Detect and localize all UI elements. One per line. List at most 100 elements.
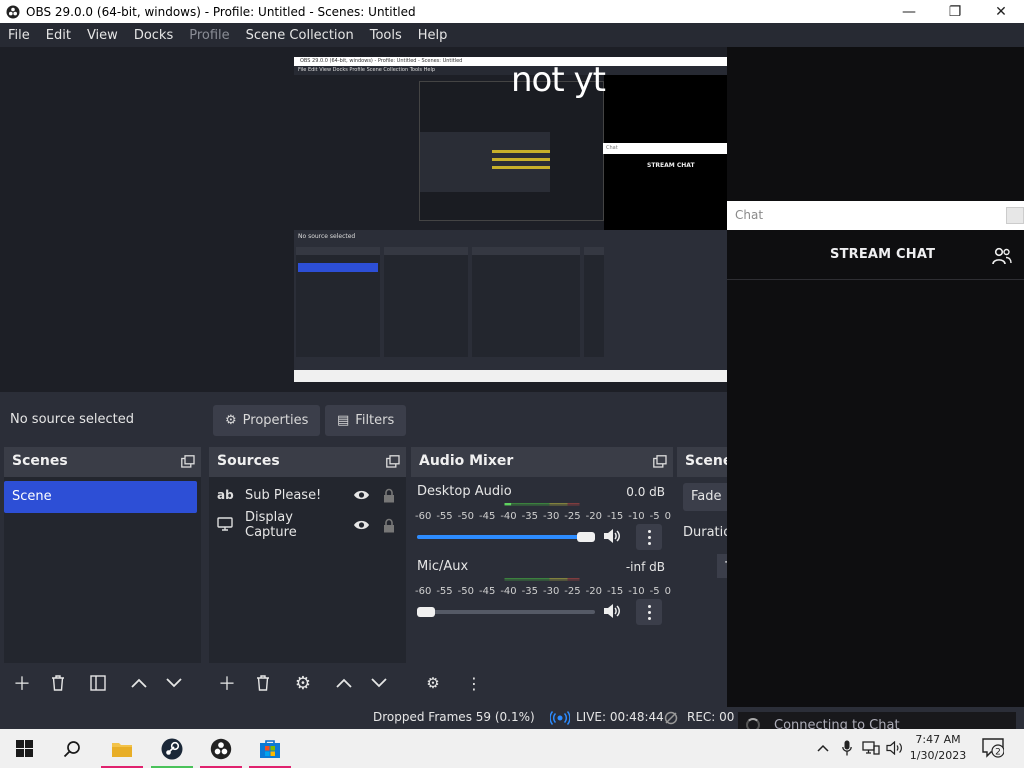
scene-filters-button[interactable] — [83, 668, 113, 698]
taskbar-obs[interactable] — [197, 729, 245, 768]
speaker-icon[interactable] — [603, 528, 621, 544]
advanced-audio-button[interactable]: ⚙ — [418, 668, 448, 698]
source-item-sub-please[interactable]: ab Sub Please! — [217, 481, 403, 509]
float-dock-icon[interactable] — [653, 455, 667, 468]
menu-edit[interactable]: Edit — [38, 28, 79, 43]
mic-aux-scale: -60 -55 -50 -45 -40 -35 -30 -25 -20 -15 … — [415, 586, 671, 597]
desktop-audio-menu-button[interactable] — [636, 524, 662, 550]
menu-docks[interactable]: Docks — [126, 28, 181, 43]
chat-url-bar[interactable]: Chat — [727, 201, 1024, 230]
nested-taskbar — [294, 370, 727, 382]
chevron-down-icon — [371, 678, 387, 688]
lock-toggle[interactable] — [375, 488, 403, 503]
menu-profile[interactable]: Profile — [181, 28, 237, 43]
desktop-audio-db: 0.0 dB — [626, 485, 665, 499]
chat-bar-button[interactable] — [1006, 207, 1024, 224]
menu-tools[interactable]: Tools — [362, 28, 410, 43]
tick: -50 — [457, 511, 474, 522]
mic-aux-volume-slider[interactable] — [417, 607, 595, 617]
menu-scene-collection[interactable]: Scene Collection — [238, 28, 362, 43]
scenes-footer: ＋ — [4, 668, 201, 700]
tick: -5 — [649, 586, 660, 597]
mic-aux-menu-button[interactable] — [636, 599, 662, 625]
lock-toggle[interactable] — [375, 518, 403, 533]
taskbar-file-explorer[interactable] — [98, 729, 146, 768]
move-source-down-button[interactable] — [364, 668, 394, 698]
chat-dock — [727, 47, 1024, 707]
add-scene-button[interactable]: ＋ — [7, 668, 37, 698]
obs-window: OBS 29.0.0 (64-bit, windows) - Profile: … — [0, 0, 1024, 768]
monitor-icon — [217, 516, 239, 534]
desktop-audio-volume-slider[interactable] — [417, 532, 595, 542]
rec-timer: REC: 00 — [687, 710, 735, 724]
nested-chat-input: Chat — [603, 143, 727, 154]
sources-title: Sources — [217, 453, 280, 469]
window-title: OBS 29.0.0 (64-bit, windows) - Profile: … — [26, 4, 416, 19]
move-scene-up-button[interactable] — [124, 668, 154, 698]
source-item-display-capture[interactable]: Display Capture — [217, 510, 403, 540]
notification-center-icon[interactable]: 2 — [982, 738, 1004, 758]
text-source-icon: ab — [217, 488, 234, 502]
scene-transitions-dock: Scene Fade Duratio - — [677, 447, 727, 705]
volume-icon[interactable] — [885, 739, 903, 757]
desktop-audio-label: Desktop Audio — [417, 484, 512, 499]
sources-dock: Sources ab Sub Please! Display Capture ＋… — [209, 447, 406, 705]
visibility-toggle[interactable] — [347, 519, 375, 531]
transition-select[interactable]: Fade — [683, 483, 727, 511]
overlay-text: not yt — [511, 60, 606, 100]
visibility-toggle[interactable] — [347, 489, 375, 501]
maximize-button[interactable]: ❐ — [932, 0, 978, 23]
lock-icon — [384, 518, 394, 532]
preview-area: OBS 29.0.0 (64-bit, windows) - Profile: … — [0, 47, 727, 392]
filters-button[interactable]: ▤ Filters — [325, 405, 407, 436]
volume-fill — [417, 535, 586, 539]
tick: -45 — [478, 586, 496, 597]
chevron-up-icon — [336, 678, 352, 688]
tick: -5 — [649, 511, 660, 522]
volume-handle[interactable] — [577, 532, 595, 542]
scene-item[interactable]: Scene — [4, 481, 197, 513]
duration-decrement-button[interactable]: - — [717, 554, 727, 578]
windows-taskbar: 7:47 AM 1/30/2023 2 — [0, 729, 1024, 768]
add-source-button[interactable]: ＋ — [212, 668, 242, 698]
obs-logo-icon — [6, 5, 20, 18]
tick: -20 — [585, 511, 602, 522]
start-button[interactable] — [0, 729, 48, 768]
minimize-button[interactable]: — — [886, 0, 932, 23]
mixer-menu-button[interactable]: ⋮ — [459, 668, 489, 698]
source-properties-button[interactable]: ⚙ — [288, 668, 318, 698]
filter-icon — [90, 675, 106, 691]
taskbar-store[interactable] — [246, 729, 294, 768]
preview-canvas[interactable]: OBS 29.0.0 (64-bit, windows) - Profile: … — [294, 57, 727, 382]
properties-button[interactable]: ⚙ Properties — [213, 405, 321, 436]
network-icon[interactable] — [862, 739, 880, 757]
mic-aux-label: Mic/Aux — [417, 559, 469, 574]
remove-source-button[interactable] — [248, 668, 278, 698]
move-scene-down-button[interactable] — [159, 668, 189, 698]
move-source-up-button[interactable] — [329, 668, 359, 698]
mic-aux-db: -inf dB — [625, 560, 665, 574]
tick: -50 — [457, 586, 474, 597]
remove-scene-button[interactable] — [43, 668, 73, 698]
transitions-title: Scene — [685, 453, 727, 469]
tray-overflow-chevron-icon[interactable] — [814, 739, 832, 757]
float-dock-icon[interactable] — [386, 455, 400, 468]
search-button[interactable] — [48, 729, 96, 768]
microphone-icon[interactable] — [838, 739, 856, 757]
taskbar-clock[interactable]: 7:47 AM 1/30/2023 — [903, 732, 973, 764]
users-icon[interactable] — [992, 247, 1012, 265]
speaker-icon[interactable] — [603, 603, 621, 619]
gear-icon: ⚙ — [225, 413, 237, 428]
taskbar-steam[interactable] — [148, 729, 196, 768]
source-name: Sub Please! — [245, 487, 322, 503]
float-dock-icon[interactable] — [181, 455, 195, 468]
tick: -10 — [628, 586, 645, 597]
close-button[interactable]: ✕ — [978, 0, 1024, 23]
menu-view[interactable]: View — [79, 28, 126, 43]
menu-help[interactable]: Help — [410, 28, 456, 43]
notification-count: 2 — [995, 748, 1001, 758]
menu-file[interactable]: File — [0, 28, 38, 43]
volume-handle[interactable] — [417, 607, 435, 617]
tick: -10 — [628, 511, 645, 522]
trash-icon — [257, 675, 269, 691]
